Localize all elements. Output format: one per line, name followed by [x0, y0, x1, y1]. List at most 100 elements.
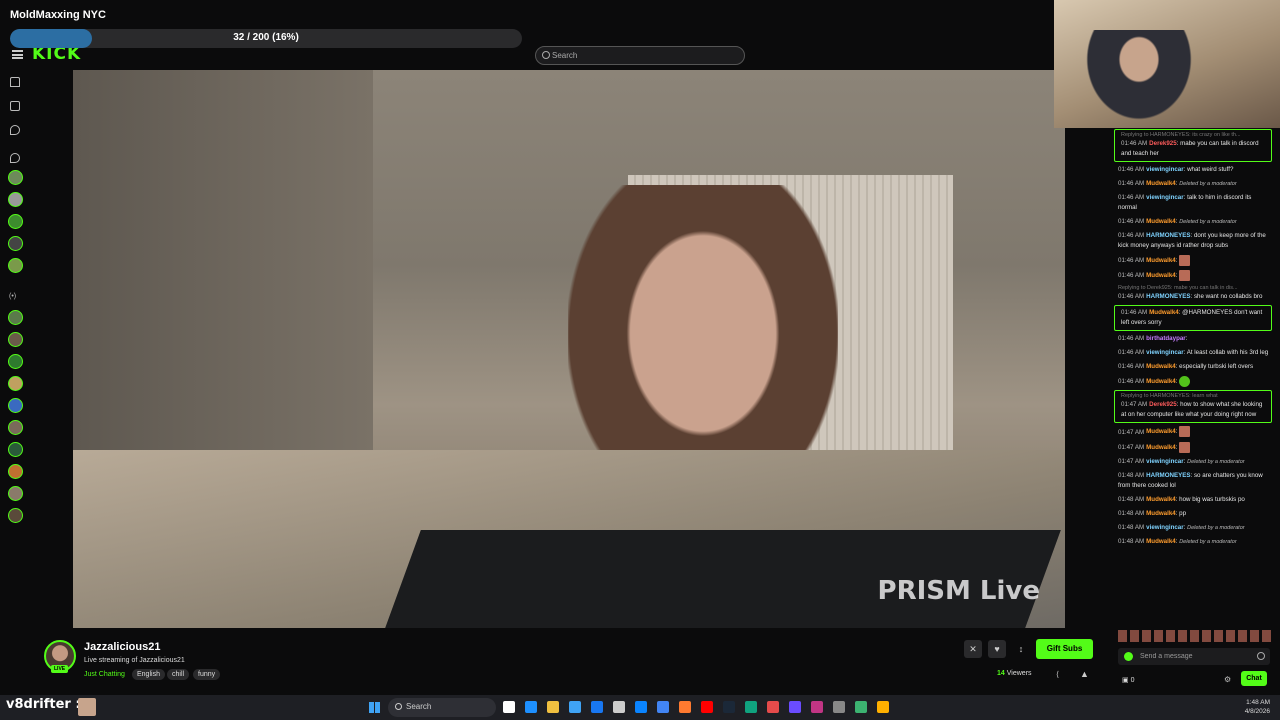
taskbar-app-icon[interactable] — [701, 701, 713, 713]
chat-username[interactable]: Mudwalk4 — [1146, 378, 1176, 385]
taskbar-app-icon[interactable] — [679, 701, 691, 713]
windows-start-icon[interactable] — [369, 702, 380, 713]
chat-username[interactable]: Mudwalk4 — [1146, 180, 1176, 187]
chat-message[interactable]: 01:48 AM Mudwalk4: how big was turbskis p… — [1112, 493, 1274, 507]
recommended-channel-avatar[interactable] — [8, 310, 23, 325]
chat-username[interactable]: Mudwalk4 — [1146, 538, 1176, 545]
taskbar-app-icon[interactable] — [569, 701, 581, 713]
menu-icon[interactable] — [12, 50, 23, 59]
recommended-channel-avatar[interactable] — [8, 376, 23, 391]
chat-message[interactable]: 01:46 AM Mudwalk4: Deleted by a moderator — [1112, 177, 1274, 191]
chat-message[interactable]: 01:46 AM viewingincar: talk to him in dis… — [1112, 191, 1274, 215]
chat-username[interactable]: HARMONEYES — [1146, 232, 1190, 239]
taskbar-app-icon[interactable] — [833, 701, 845, 713]
taskbar-app-icon[interactable] — [789, 701, 801, 713]
chat-message[interactable]: 01:48 AM viewingincar: Deleted by a moder… — [1112, 521, 1274, 535]
chat-message[interactable]: 01:46 AM birthatdaypar: — [1112, 332, 1274, 346]
recommended-channel-avatar[interactable] — [8, 486, 23, 501]
chat-message[interactable]: 01:46 AM Mudwalk4: — [1112, 253, 1274, 268]
reply-context[interactable]: Replying to Derek925: mabe you can talk … — [1118, 285, 1270, 292]
chat-message[interactable]: 01:46 AM Mudwalk4: — [1112, 374, 1274, 389]
taskbar-search[interactable]: Search — [388, 698, 496, 717]
home-icon[interactable] — [10, 77, 20, 87]
chat-message[interactable]: 01:46 AM viewingincar: what weird stuff? — [1112, 163, 1274, 177]
emote-icon[interactable] — [1179, 426, 1191, 438]
chat-message[interactable]: Replying to HARMONEYES: its crazy on lik… — [1114, 129, 1272, 162]
chat-message[interactable]: 01:48 AM HARMONEYES: so are chatters you … — [1112, 469, 1274, 493]
chat-username[interactable]: HARMONEYES — [1146, 472, 1190, 479]
taskbar-app-icon[interactable] — [657, 701, 669, 713]
recommended-channel-avatar[interactable] — [8, 354, 23, 369]
reply-context[interactable]: Replying to HARMONEYES: learn what — [1121, 393, 1267, 400]
chat-message-input[interactable] — [1140, 650, 1250, 663]
taskbar-app-icon[interactable] — [811, 701, 823, 713]
chat-username[interactable]: Mudwalk4 — [1146, 257, 1176, 264]
chat-message-list[interactable]: Replying to HARMONEYES: its crazy on lik… — [1112, 128, 1274, 626]
chat-message[interactable]: 01:48 AM Mudwalk4: pp — [1112, 507, 1274, 521]
tag-funny[interactable]: funny — [193, 669, 221, 680]
followed-channel-avatar[interactable] — [8, 170, 23, 185]
chat-username[interactable]: Derek925 — [1149, 401, 1177, 408]
recommended-channel-avatar[interactable] — [8, 332, 23, 347]
search-bar[interactable] — [535, 46, 745, 65]
recommended-channel-avatar[interactable] — [8, 398, 23, 413]
taskbar-app-icon[interactable] — [503, 701, 515, 713]
chat-username[interactable]: Mudwalk4 — [1146, 218, 1176, 225]
taskbar-app-icon[interactable] — [767, 701, 779, 713]
chat-username[interactable]: Mudwalk4 — [1146, 363, 1176, 370]
chat-message[interactable]: 01:46 AM HARMONEYES: dont you keep more o… — [1112, 229, 1274, 253]
recommended-channel-avatar[interactable] — [8, 420, 23, 435]
kick-emote-icon[interactable] — [1124, 652, 1133, 661]
chat-settings-icon[interactable]: ⚙ — [1224, 675, 1231, 684]
tag-english[interactable]: English — [132, 669, 165, 680]
chat-username[interactable]: viewingincar — [1146, 349, 1183, 356]
emote-icon[interactable] — [1179, 255, 1191, 266]
following-heart-icon[interactable] — [10, 125, 20, 135]
chat-message[interactable]: 01:47 AM viewingincar: Deleted by a moder… — [1112, 455, 1274, 469]
category-link[interactable]: Just Chatting — [84, 671, 125, 678]
chat-username[interactable]: Derek925 — [1149, 140, 1177, 147]
chat-message[interactable]: 01:47 AM Mudwalk4: — [1112, 440, 1274, 455]
taskbar-app-icon[interactable] — [547, 701, 559, 713]
video-player[interactable]: PRISM Live — [73, 70, 1065, 628]
chat-username[interactable]: Mudwalk4 — [1149, 309, 1179, 316]
taskbar-app-icon[interactable] — [877, 701, 889, 713]
recommended-channel-avatar[interactable] — [8, 508, 23, 523]
chat-username[interactable]: viewingincar — [1146, 458, 1183, 465]
taskbar-app-icon[interactable] — [613, 701, 625, 713]
chat-send-button[interactable]: Chat — [1241, 671, 1267, 686]
followed-channel-avatar[interactable] — [8, 192, 23, 207]
channel-points[interactable]: ▣ 0 — [1122, 676, 1134, 684]
system-clock[interactable]: 1:48 AM 4/8/2026 — [1245, 698, 1270, 716]
emote-bar[interactable] — [1118, 630, 1274, 642]
search-input[interactable] — [552, 49, 737, 62]
taskbar-app-icon[interactable] — [525, 701, 537, 713]
chat-message[interactable]: 01:46 AM Mudwalk4: Deleted by a moderator — [1112, 215, 1274, 229]
chat-message[interactable]: 01:46 AM viewingincar: At least collab wi… — [1112, 346, 1274, 360]
browse-icon[interactable] — [10, 101, 20, 111]
chat-username[interactable]: viewingincar — [1146, 194, 1183, 201]
followed-channel-avatar[interactable] — [8, 214, 23, 229]
chat-username[interactable]: HARMONEYES — [1146, 293, 1190, 300]
taskbar-app-icon[interactable] — [855, 701, 867, 713]
reply-context[interactable]: Replying to HARMONEYES: its crazy on lik… — [1121, 132, 1267, 139]
followed-channel-avatar[interactable] — [8, 258, 23, 273]
recommended-channel-avatar[interactable] — [8, 464, 23, 479]
chat-username[interactable]: birthatdaypar — [1146, 335, 1186, 342]
taskbar-app-icon[interactable] — [723, 701, 735, 713]
chat-username[interactable]: Mudwalk4 — [1146, 429, 1176, 436]
follow-heart-icon[interactable]: ♥ — [988, 640, 1006, 658]
emote-icon[interactable] — [1179, 441, 1191, 453]
emote-icon[interactable] — [1179, 270, 1191, 282]
recommended-channel-avatar[interactable] — [8, 442, 23, 457]
chat-message[interactable]: 01:48 AM Mudwalk4: Deleted by a moderator — [1112, 535, 1274, 549]
chat-username[interactable]: viewingincar — [1146, 524, 1183, 531]
streamer-name[interactable]: Jazzalicious21 — [84, 641, 160, 653]
chat-message[interactable]: 01:46 AM Mudwalk4: @HARMONEYES don't want… — [1114, 305, 1272, 332]
taskbar-app-icon[interactable] — [635, 701, 647, 713]
taskbar-app-icon[interactable] — [745, 701, 757, 713]
gift-subs-button[interactable]: Gift Subs — [1036, 639, 1093, 659]
chat-username[interactable]: Mudwalk4 — [1146, 444, 1176, 451]
clip-icon[interactable]: ↕ — [1012, 640, 1030, 658]
chat-username[interactable]: Mudwalk4 — [1146, 510, 1176, 517]
